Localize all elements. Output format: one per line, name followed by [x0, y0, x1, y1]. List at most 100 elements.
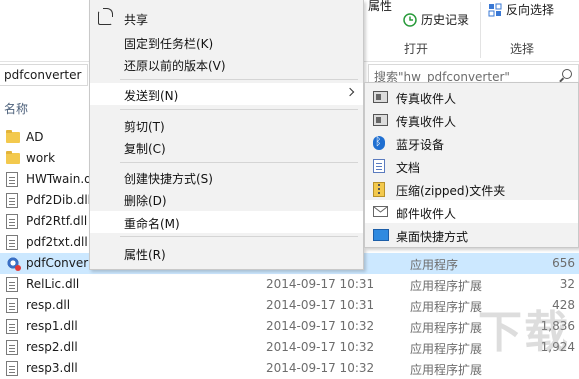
share-icon	[98, 8, 113, 25]
file-type: 应用程序扩展	[410, 342, 483, 356]
submenu-item-zip[interactable]: 压缩(zipped)文件夹	[365, 177, 578, 200]
app-icon	[6, 256, 21, 271]
dll-file-icon	[6, 319, 18, 334]
address-path: pdfconverter	[4, 68, 82, 82]
file-name: work	[26, 151, 56, 165]
invert-selection-button[interactable]: 反向选择	[488, 1, 554, 18]
menu-item-delete[interactable]: 删除(D)	[90, 188, 363, 210]
menu-separator	[120, 109, 358, 110]
folder-icon	[6, 130, 20, 143]
file-name: resp.dll	[26, 298, 71, 312]
menu-item-send-to[interactable]: 发送到(N)	[90, 83, 363, 105]
file-date: 2014-09-17 10:32	[266, 319, 375, 333]
file-name: pdfConver	[26, 256, 89, 270]
menu-item-cut[interactable]: 剪切(T)	[90, 114, 363, 136]
file-type: 应用程序扩展	[410, 279, 483, 293]
menu-item-rename[interactable]: 重命名(M)	[90, 211, 363, 233]
submenu-item-label: 传真收件人	[396, 92, 457, 106]
menu-item-label: 剪切(T)	[124, 120, 165, 134]
file-name: resp3.dll	[26, 361, 78, 375]
menu-item-label: 属性(R)	[124, 248, 166, 262]
dll-file-icon	[6, 193, 18, 208]
file-name: pdf2txt.dll	[26, 235, 88, 249]
file-size: 656	[552, 256, 575, 270]
dll-file-icon	[6, 172, 18, 187]
invert-selection-icon	[488, 3, 502, 17]
menu-separator	[120, 79, 358, 80]
menu-item-pin-taskbar[interactable]: 固定到任务栏(K)	[90, 31, 363, 53]
menu-item-label: 复制(C)	[124, 142, 166, 156]
select-group-label: 选择	[510, 42, 535, 56]
menu-item-restore-versions[interactable]: 还原以前的版本(V)	[90, 53, 363, 75]
submenu-item-fax-1[interactable]: 传真收件人	[365, 85, 578, 108]
menu-item-label: 发送到(N)	[124, 89, 179, 103]
dll-file-icon	[6, 277, 18, 292]
properties-button[interactable]: 属性	[368, 0, 392, 14]
invert-selection-label: 反向选择	[506, 3, 555, 17]
menu-item-copy[interactable]: 复制(C)	[90, 136, 363, 158]
history-icon	[403, 12, 417, 27]
address-bar[interactable]: pdfconverter	[0, 64, 88, 86]
submenu-item-label: 蓝牙设备	[396, 138, 445, 152]
menu-item-properties[interactable]: 属性(R)	[90, 242, 363, 264]
file-name: AD	[26, 130, 44, 144]
fax-icon	[373, 114, 388, 126]
menu-separator	[120, 162, 358, 163]
menu-item-label: 删除(D)	[124, 194, 167, 208]
file-date: 2014-09-17 10:32	[266, 361, 375, 375]
file-name: HWTwain.d	[26, 172, 92, 186]
file-name: resp2.dll	[26, 340, 78, 354]
submenu-item-label: 传真收件人	[396, 115, 457, 129]
file-name: Pdf2Dib.dll	[26, 193, 92, 207]
document-icon	[373, 159, 385, 173]
submenu-item-mail[interactable]: 邮件收件人	[365, 200, 578, 223]
send-to-submenu: 传真收件人 传真收件人 蓝牙设备 文档 压缩(zipped)文件夹 邮件收件人 …	[364, 82, 579, 248]
submenu-item-bluetooth[interactable]: 蓝牙设备	[365, 131, 578, 154]
menu-item-label: 重命名(M)	[124, 217, 180, 231]
folder-icon	[6, 151, 20, 164]
submenu-item-label: 文档	[396, 161, 421, 175]
submenu-item-label: 桌面快捷方式	[396, 230, 469, 244]
ribbon-separator	[480, 2, 481, 58]
dll-file-icon	[6, 361, 18, 376]
search-icon[interactable]	[562, 69, 572, 79]
dll-file-icon	[6, 235, 18, 250]
file-date: 2014-09-17 10:32	[266, 340, 375, 354]
menu-item-label: 还原以前的版本(V)	[124, 59, 226, 73]
watermark: 下载	[478, 307, 570, 358]
menu-item-share[interactable]: 共享	[90, 7, 363, 29]
submenu-item-documents[interactable]: 文档	[365, 154, 578, 177]
column-header-name[interactable]: 名称	[4, 100, 28, 117]
list-item[interactable]: RelLic.dll 2014-09-17 10:31 应用程序扩展 32	[0, 274, 579, 295]
menu-item-label: 固定到任务栏(K)	[124, 37, 214, 51]
file-date: 2014-09-17 10:31	[266, 298, 375, 312]
fax-icon	[373, 91, 388, 103]
file-size: 32	[559, 277, 575, 291]
file-type: 应用程序扩展	[410, 321, 483, 335]
menu-separator	[120, 236, 358, 237]
menu-item-label: 共享	[124, 13, 149, 27]
zip-folder-icon	[373, 182, 385, 197]
chevron-right-icon	[345, 87, 355, 97]
menu-item-create-shortcut[interactable]: 创建快捷方式(S)	[90, 166, 363, 188]
file-type: 应用程序扩展	[410, 300, 483, 314]
list-item[interactable]: resp3.dll 2014-09-17 10:32 应用程序扩展	[0, 358, 579, 379]
dll-file-icon	[6, 298, 18, 313]
submenu-item-desktop-shortcut[interactable]: 桌面快捷方式	[365, 223, 578, 246]
open-group-label: 打开	[404, 42, 429, 56]
file-date: 2014-09-17 10:31	[266, 277, 375, 291]
history-button[interactable]: 历史记录	[403, 11, 469, 28]
properties-label: 属性	[368, 0, 393, 13]
file-name: Pdf2Rtf.dll	[26, 214, 88, 228]
dll-file-icon	[6, 340, 18, 355]
history-label: 历史记录	[421, 13, 470, 27]
mail-icon	[373, 206, 388, 217]
submenu-item-label: 压缩(zipped)文件夹	[396, 184, 506, 198]
file-name: resp1.dll	[26, 319, 78, 333]
context-menu: 共享 固定到任务栏(K) 还原以前的版本(V) 发送到(N) 剪切(T) 复制(…	[89, 0, 364, 270]
submenu-item-label: 邮件收件人	[396, 207, 457, 221]
file-type: 应用程序	[410, 258, 459, 272]
desktop-icon	[373, 229, 389, 241]
bluetooth-icon	[373, 135, 385, 150]
submenu-item-fax-2[interactable]: 传真收件人	[365, 108, 578, 131]
